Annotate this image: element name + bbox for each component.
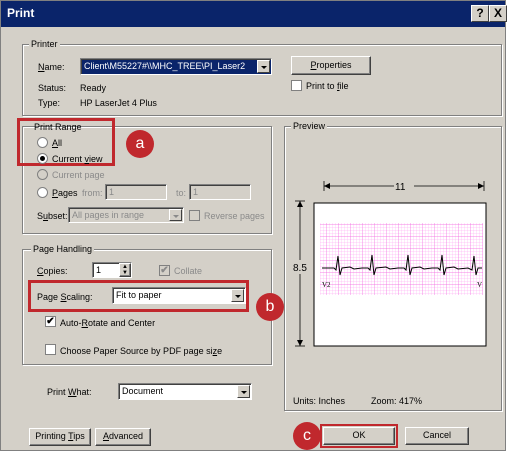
type-value: HP LaserJet 4 Plus bbox=[80, 98, 157, 108]
title-bar[interactable]: Print ? X bbox=[1, 1, 507, 27]
all-radio[interactable] bbox=[37, 137, 48, 148]
ok-highlight bbox=[320, 424, 398, 448]
collate-checkbox: ✔ bbox=[159, 265, 170, 276]
current-page-radio bbox=[37, 169, 48, 180]
width-label: 11 bbox=[395, 182, 406, 193]
help-button[interactable]: ? bbox=[471, 5, 489, 22]
reverse-pages-checkbox[interactable] bbox=[189, 210, 200, 221]
lead-label-left: V2 bbox=[322, 281, 331, 289]
units-label: Units: Inches bbox=[293, 396, 346, 406]
from-label: from: bbox=[82, 188, 103, 198]
printer-name-label: Name: bbox=[38, 62, 65, 72]
cancel-button[interactable]: Cancel bbox=[405, 427, 469, 445]
printing-tips-button[interactable]: Printing Tips bbox=[29, 428, 91, 446]
subset-label: Subset: bbox=[37, 211, 68, 221]
print-what-select[interactable]: Document bbox=[118, 383, 252, 400]
chevron-down-icon bbox=[231, 289, 244, 302]
preview-legend: Preview bbox=[291, 121, 328, 131]
page-scaling-label: Page Scaling: bbox=[37, 292, 93, 302]
printer-name-select[interactable]: Client\M55227#\\MHC_TREE\PI_Laser2 bbox=[80, 58, 272, 75]
chevron-down-icon bbox=[237, 385, 250, 398]
callout-b: b bbox=[256, 293, 284, 321]
close-button[interactable]: X bbox=[489, 5, 507, 22]
advanced-button[interactable]: Advanced bbox=[95, 428, 151, 446]
pages-label: Pages bbox=[52, 188, 78, 198]
paper-source-checkbox[interactable] bbox=[45, 344, 56, 355]
type-label: Type: bbox=[38, 98, 61, 108]
all-label: All bbox=[52, 138, 63, 148]
page-preview bbox=[292, 180, 487, 347]
properties-button[interactable]: Properties bbox=[291, 56, 371, 75]
current-view-radio[interactable] bbox=[37, 153, 48, 164]
print-to-file-checkbox[interactable] bbox=[291, 80, 302, 91]
page-scaling-value: Fit to paper bbox=[116, 290, 162, 300]
printer-legend: Printer bbox=[29, 39, 60, 49]
current-view-label: Current view bbox=[52, 154, 103, 164]
pages-radio[interactable] bbox=[37, 187, 48, 198]
printer-name-value: Client\M55227#\\MHC_TREE\PI_Laser2 bbox=[84, 61, 246, 71]
to-input[interactable]: 1 bbox=[189, 184, 251, 200]
from-input[interactable]: 1 bbox=[105, 184, 167, 200]
callout-a: a bbox=[126, 130, 154, 158]
print-to-file-label: Print to file bbox=[306, 81, 349, 91]
copies-label: Copies: bbox=[37, 266, 68, 276]
subset-select[interactable]: All pages in range bbox=[68, 207, 184, 223]
status-label: Status: bbox=[38, 83, 67, 93]
page-handling-legend: Page Handling bbox=[31, 244, 95, 254]
reverse-pages-label: Reverse pages bbox=[204, 211, 265, 221]
status-value: Ready bbox=[80, 83, 107, 93]
copies-stepper[interactable]: ▲ ▼ bbox=[119, 263, 131, 277]
window-title: Print bbox=[7, 6, 35, 20]
lead-label-right: V bbox=[477, 281, 483, 289]
paper-source-label: Choose Paper Source by PDF page size bbox=[60, 346, 223, 356]
subset-value: All pages in range bbox=[72, 210, 145, 220]
print-what-label: Print What: bbox=[47, 387, 92, 397]
auto-rotate-checkbox[interactable]: ✔ bbox=[45, 316, 56, 327]
auto-rotate-label: Auto-Rotate and Center bbox=[60, 318, 156, 328]
print-what-value: Document bbox=[122, 386, 164, 396]
collate-label: Collate bbox=[174, 266, 203, 276]
print-range-legend: Print Range bbox=[34, 122, 82, 132]
callout-c: c bbox=[293, 422, 321, 450]
chevron-down-icon bbox=[257, 60, 270, 73]
to-label: to: bbox=[176, 188, 187, 198]
zoom-label: Zoom: 417% bbox=[371, 396, 423, 406]
height-label: 8.5 bbox=[293, 263, 307, 274]
current-page-label: Current page bbox=[52, 170, 105, 180]
ecg-grid bbox=[320, 223, 483, 295]
copies-value: 1 bbox=[96, 265, 102, 275]
chevron-down-icon bbox=[169, 209, 182, 221]
page-scaling-select[interactable]: Fit to paper bbox=[112, 287, 246, 304]
